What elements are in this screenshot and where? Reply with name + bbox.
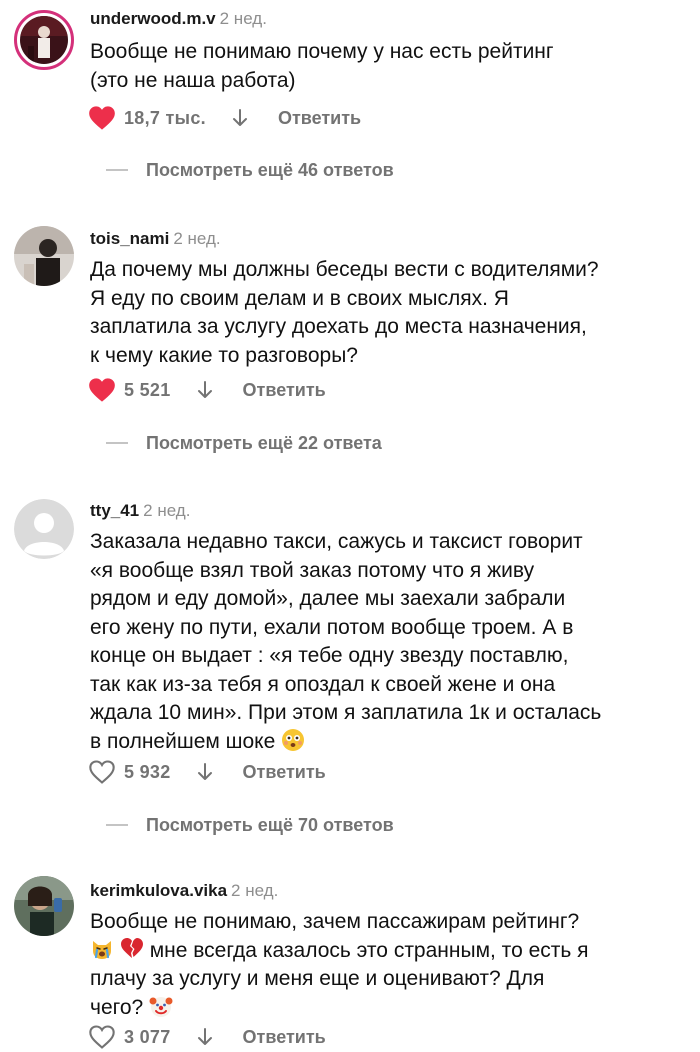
comment-line: мне всегда казалось это странным, то ест… bbox=[149, 938, 589, 962]
like-count: 3 077 bbox=[124, 1026, 171, 1047]
dislike-arrow-icon[interactable] bbox=[197, 380, 213, 400]
avatar-photo-icon bbox=[14, 876, 74, 936]
timestamp: 2 нед. bbox=[143, 501, 191, 520]
reply-button[interactable]: Ответить bbox=[278, 108, 361, 129]
avatar-photo-icon bbox=[20, 16, 68, 64]
comment-line: (это не наша работа) bbox=[90, 68, 296, 92]
avatar[interactable] bbox=[14, 499, 74, 559]
comment-line: чего? bbox=[90, 995, 144, 1019]
comment-line: Да почему мы должны беседы вести с водит… bbox=[90, 258, 599, 281]
comment-line: рядом и еду домой», далее мы заехали заб… bbox=[90, 587, 566, 610]
divider bbox=[106, 824, 128, 826]
comment-meta: kerimkulova.vika 2 нед. bbox=[90, 880, 278, 902]
comment-meta: tty_41 2 нед. bbox=[90, 500, 190, 522]
comment-actions: 18,7 тыс. Ответить bbox=[88, 103, 361, 133]
comment-line-with-emoji: чего? bbox=[90, 994, 690, 1023]
dislike-arrow-icon[interactable] bbox=[232, 108, 248, 128]
comment-line-with-emoji: мне всегда казалось это странным, то ест… bbox=[90, 937, 690, 966]
avatar[interactable] bbox=[14, 10, 74, 70]
comment-meta: tois_nami 2 нед. bbox=[90, 228, 221, 250]
comment-line: ждала 10 мин». При этом я заплатила 1к и… bbox=[90, 701, 602, 724]
comment-line: Вообще не понимаю, зачем пассажирам рейт… bbox=[90, 910, 580, 933]
comment-actions: 3 077 Ответить bbox=[88, 1022, 326, 1052]
comment-line: плачу за услугу и меня еще и оценивают? … bbox=[90, 967, 545, 990]
comment-line: в полнейшем шоке bbox=[90, 729, 276, 753]
dislike-arrow-icon[interactable] bbox=[197, 762, 213, 782]
comment-line: к чему какие то разговоры? bbox=[90, 343, 358, 367]
comment-line: его жену по пути, ехали потом вообще тро… bbox=[90, 615, 574, 639]
view-more-replies[interactable]: Посмотреть ещё 46 ответов bbox=[106, 158, 394, 182]
comment-line: «я вообще взял твой заказ потому что я ж… bbox=[90, 558, 535, 582]
view-more-label: Посмотреть ещё 22 ответа bbox=[146, 432, 382, 453]
username[interactable]: kerimkulova.vika bbox=[90, 881, 227, 900]
divider bbox=[106, 169, 128, 171]
heart-outline-icon[interactable] bbox=[88, 759, 116, 785]
timestamp: 2 нед. bbox=[219, 9, 267, 28]
username[interactable]: tois_nami bbox=[90, 229, 169, 248]
heart-filled-icon[interactable] bbox=[88, 105, 116, 131]
comment-text: Вообще не понимаю, зачем пассажирам рейт… bbox=[90, 908, 690, 1022]
comment-line: конце он выдает : «я тебе одну звезду по… bbox=[90, 644, 569, 667]
like-count: 18,7 тыс. bbox=[124, 107, 206, 128]
view-more-label: Посмотреть ещё 46 ответов bbox=[146, 159, 394, 180]
avatar[interactable] bbox=[14, 226, 74, 286]
comment-line: Я еду по своим делам и в своих мыслях. Я bbox=[90, 286, 509, 310]
timestamp: 2 нед. bbox=[231, 881, 279, 900]
comment-line: заплатила за услугу доехать до места наз… bbox=[90, 315, 587, 338]
reply-button[interactable]: Ответить bbox=[243, 380, 326, 401]
crying-cat-emoji-icon bbox=[93, 940, 111, 959]
username[interactable]: underwood.m.v bbox=[90, 9, 216, 28]
reply-button[interactable]: Ответить bbox=[243, 1027, 326, 1048]
divider bbox=[106, 442, 128, 444]
comment-line: Вообще не понимаю почему у нас есть рейт… bbox=[90, 40, 554, 63]
reply-button[interactable]: Ответить bbox=[243, 762, 326, 783]
comment-text: Да почему мы должны беседы вести с водит… bbox=[90, 256, 690, 370]
timestamp: 2 нед. bbox=[173, 229, 221, 248]
flushed-face-emoji-icon bbox=[282, 728, 305, 751]
dislike-arrow-icon[interactable] bbox=[197, 1027, 213, 1047]
comment-line: Заказала недавно такси, сажусь и таксист… bbox=[90, 530, 583, 553]
comment-line-with-emoji: в полнейшем шоке bbox=[90, 728, 690, 757]
comment-actions: 5 521 Ответить bbox=[88, 375, 326, 405]
comment-actions: 5 932 Ответить bbox=[88, 757, 326, 787]
comment-meta: underwood.m.v 2 нед. bbox=[90, 8, 267, 30]
heart-outline-icon[interactable] bbox=[88, 1024, 116, 1050]
view-more-replies[interactable]: Посмотреть ещё 70 ответов bbox=[106, 813, 394, 837]
username[interactable]: tty_41 bbox=[90, 501, 139, 520]
heart-filled-icon[interactable] bbox=[88, 377, 116, 403]
avatar[interactable] bbox=[14, 876, 74, 936]
comment-line: так как из-за тебя я опоздал к своей жен… bbox=[90, 672, 556, 696]
comment-text: Вообще не понимаю почему у нас есть рейт… bbox=[90, 38, 690, 95]
default-avatar-icon bbox=[14, 499, 74, 559]
view-more-label: Посмотреть ещё 70 ответов bbox=[146, 814, 394, 835]
comment-text: Заказала недавно такси, сажусь и таксист… bbox=[90, 528, 690, 756]
like-count: 5 521 bbox=[124, 379, 171, 400]
clown-face-emoji-icon bbox=[149, 996, 173, 1017]
broken-heart-emoji-icon bbox=[120, 937, 143, 958]
avatar-photo-icon bbox=[14, 226, 74, 286]
view-more-replies[interactable]: Посмотреть ещё 22 ответа bbox=[106, 431, 382, 455]
like-count: 5 932 bbox=[124, 761, 171, 782]
